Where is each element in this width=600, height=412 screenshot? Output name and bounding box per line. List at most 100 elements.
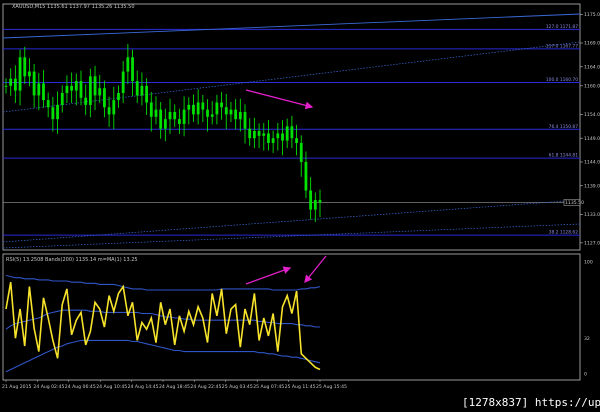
candle-body (135, 81, 139, 96)
candle-body (313, 200, 317, 210)
candle-body (126, 57, 130, 72)
price-tick-label: 1149.00 (584, 136, 600, 142)
time-tick-label: 25 Aug 03:45 (222, 384, 253, 390)
candle-body (51, 107, 55, 120)
last-price-tag-label: 1135.50 (565, 200, 584, 206)
candle-body (9, 78, 13, 86)
candle-body (145, 85, 148, 103)
symbol-header: XAUUSD,M15 1135.61 1137.97 1135.26 1135.… (12, 4, 135, 10)
time-tick-label: 24 Aug 06:45 (65, 384, 96, 390)
price-tick-label: 1164.00 (584, 64, 600, 70)
candle-body (192, 104, 195, 115)
price-tick-label: 1133.00 (584, 212, 600, 218)
candle-body (84, 97, 88, 105)
price-tick-label: 1154.00 (584, 112, 600, 118)
fib-level-label: 100.0 1160.70 (546, 77, 578, 83)
candle-body (243, 112, 247, 129)
candle-body (65, 85, 69, 93)
candle-body (210, 114, 214, 117)
candle-body (159, 109, 163, 129)
time-tick-label: 24 Aug 18:45 (159, 384, 190, 390)
oscillator-tick-label: 100 (584, 260, 593, 266)
candle-body (46, 100, 50, 108)
candle-body (229, 109, 233, 115)
candle-body (103, 88, 106, 108)
candle-body (149, 102, 153, 117)
candle-body (42, 83, 45, 101)
candle-body (140, 85, 144, 96)
candle-body (201, 102, 205, 110)
candle-body (28, 71, 31, 77)
candle-body (112, 100, 116, 115)
candle-body (290, 126, 294, 139)
candle-body (276, 133, 280, 139)
oscillator-tick-label: 0 (584, 372, 587, 378)
candle-body (70, 85, 74, 91)
fib-level-label: 61.8 1144.81 (549, 153, 579, 159)
candle-body (220, 102, 223, 108)
candle-body (187, 104, 191, 110)
candle-body (281, 133, 284, 141)
candle-body (163, 119, 167, 129)
time-tick-label: 25 Aug 07:45 (253, 384, 284, 390)
candle-body (88, 76, 92, 105)
candle-body (13, 78, 17, 91)
fib-level-label: 38.2 1128.62 (549, 230, 579, 236)
candle-body (267, 133, 270, 143)
fib-level-label: 117.0 1167.77 (546, 43, 578, 49)
candle-body (4, 85, 8, 87)
candle-body (74, 81, 78, 91)
time-tick-label: 24 Aug 10:45 (96, 384, 127, 390)
candle-body (182, 109, 186, 124)
candle-body (117, 92, 120, 101)
candle-body (79, 81, 83, 98)
time-tick-label: 25 Aug 15:45 (316, 384, 347, 390)
price-tick-label: 1160.00 (584, 83, 600, 89)
price-tick-label: 1139.00 (584, 183, 600, 189)
time-tick-label: 24 Aug 02:45 (33, 384, 64, 390)
candle-body (121, 71, 125, 93)
candle-body (154, 109, 158, 117)
candle-body (299, 142, 303, 162)
time-tick-label: 24 Aug 14:45 (128, 384, 159, 390)
candle-body (18, 57, 22, 91)
candle-body (60, 92, 64, 105)
candle-body (173, 112, 177, 120)
candle-body (131, 57, 134, 82)
time-tick-label: 25 Aug 11:45 (285, 384, 316, 390)
candle-body (206, 109, 209, 117)
candle-body (262, 133, 266, 136)
candle-body (318, 200, 322, 203)
trading-chart[interactable]: 127.0 1171.87 117.0 1167.77 100.0 1160.70 7… (0, 0, 600, 412)
price-tick-label: 1175.00 (584, 12, 600, 18)
candle-body (304, 161, 308, 191)
candle-body (56, 104, 59, 120)
candle-body (98, 88, 102, 96)
candle-body (107, 107, 111, 115)
time-tick-label: 21 Aug 2015 (2, 384, 32, 390)
candle-body (271, 138, 275, 143)
candle-body (295, 138, 298, 143)
oscillator-tick-label: 32 (584, 336, 590, 342)
candle-body (196, 102, 200, 115)
candle-body (32, 71, 36, 96)
candle-body (285, 126, 289, 141)
candle-body (309, 190, 313, 210)
time-tick-label: 24 Aug 22:45 (190, 384, 221, 390)
candle-body (248, 128, 252, 139)
fib-level-label: 127.0 1171.87 (546, 24, 578, 30)
candle-body (23, 57, 27, 77)
candle-body (234, 109, 238, 120)
candle-body (224, 107, 228, 115)
candle-body (252, 131, 256, 139)
candle-body (238, 112, 242, 120)
fib-level-label: 76.4 1150.87 (549, 124, 579, 130)
price-tick-label: 1127.00 (584, 240, 600, 246)
candle-body (37, 83, 41, 96)
candle-body (178, 119, 181, 124)
candle-body (93, 76, 97, 96)
candle-body (257, 131, 261, 136)
candle-body (168, 112, 172, 120)
price-tick-label: 1169.00 (584, 41, 600, 47)
watermark: [1278x837] https://upic.me/ (462, 396, 600, 409)
